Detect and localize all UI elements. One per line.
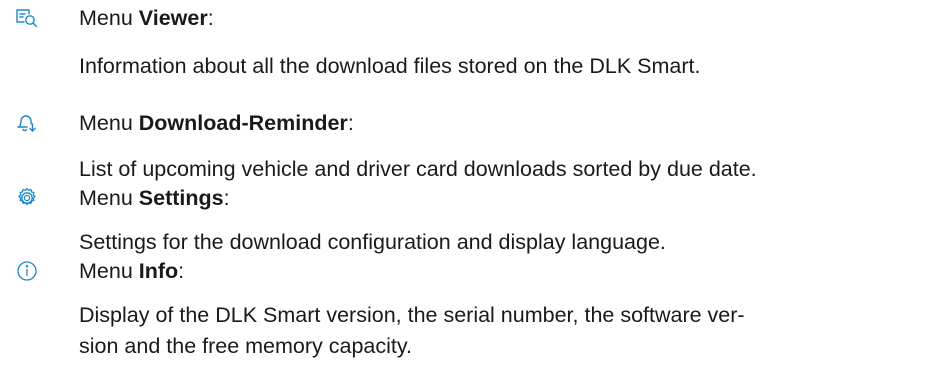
menu-name: Info [138, 259, 179, 283]
menu-prefix: Menu [79, 186, 139, 210]
menu-description-info: Display of the DLK Smart version, the se… [79, 300, 879, 362]
menu-heading-viewer: Menu Viewer: [79, 5, 214, 31]
menu-description-settings: Settings for the download configuration … [79, 230, 666, 254]
menu-suffix: : [347, 111, 354, 135]
description-line: Display of the DLK Smart version, the se… [79, 303, 745, 327]
info-icon [14, 258, 40, 284]
gear-icon [14, 185, 40, 211]
menu-prefix: Menu [79, 259, 139, 283]
description-line: sion and the free memory capacity. [79, 334, 413, 358]
menu-heading-download-reminder: Menu Download-Reminder: [79, 110, 354, 136]
menu-suffix: : [223, 186, 230, 210]
menu-suffix: : [178, 259, 185, 283]
menu-heading-settings: Menu Settings: [79, 185, 230, 211]
menu-prefix: Menu [79, 111, 139, 135]
menu-description-viewer: Information about all the download files… [79, 54, 701, 78]
menu-name: Viewer [138, 6, 208, 30]
menu-name: Settings [138, 186, 224, 210]
menu-name: Download-Reminder [138, 111, 348, 135]
menu-heading-info: Menu Info: [79, 258, 184, 284]
menu-suffix: : [207, 6, 214, 30]
menu-description-download-reminder: List of upcoming vehicle and driver card… [79, 157, 757, 181]
bell-download-icon [14, 110, 40, 136]
document-search-icon [14, 5, 40, 31]
menu-prefix: Menu [79, 6, 139, 30]
